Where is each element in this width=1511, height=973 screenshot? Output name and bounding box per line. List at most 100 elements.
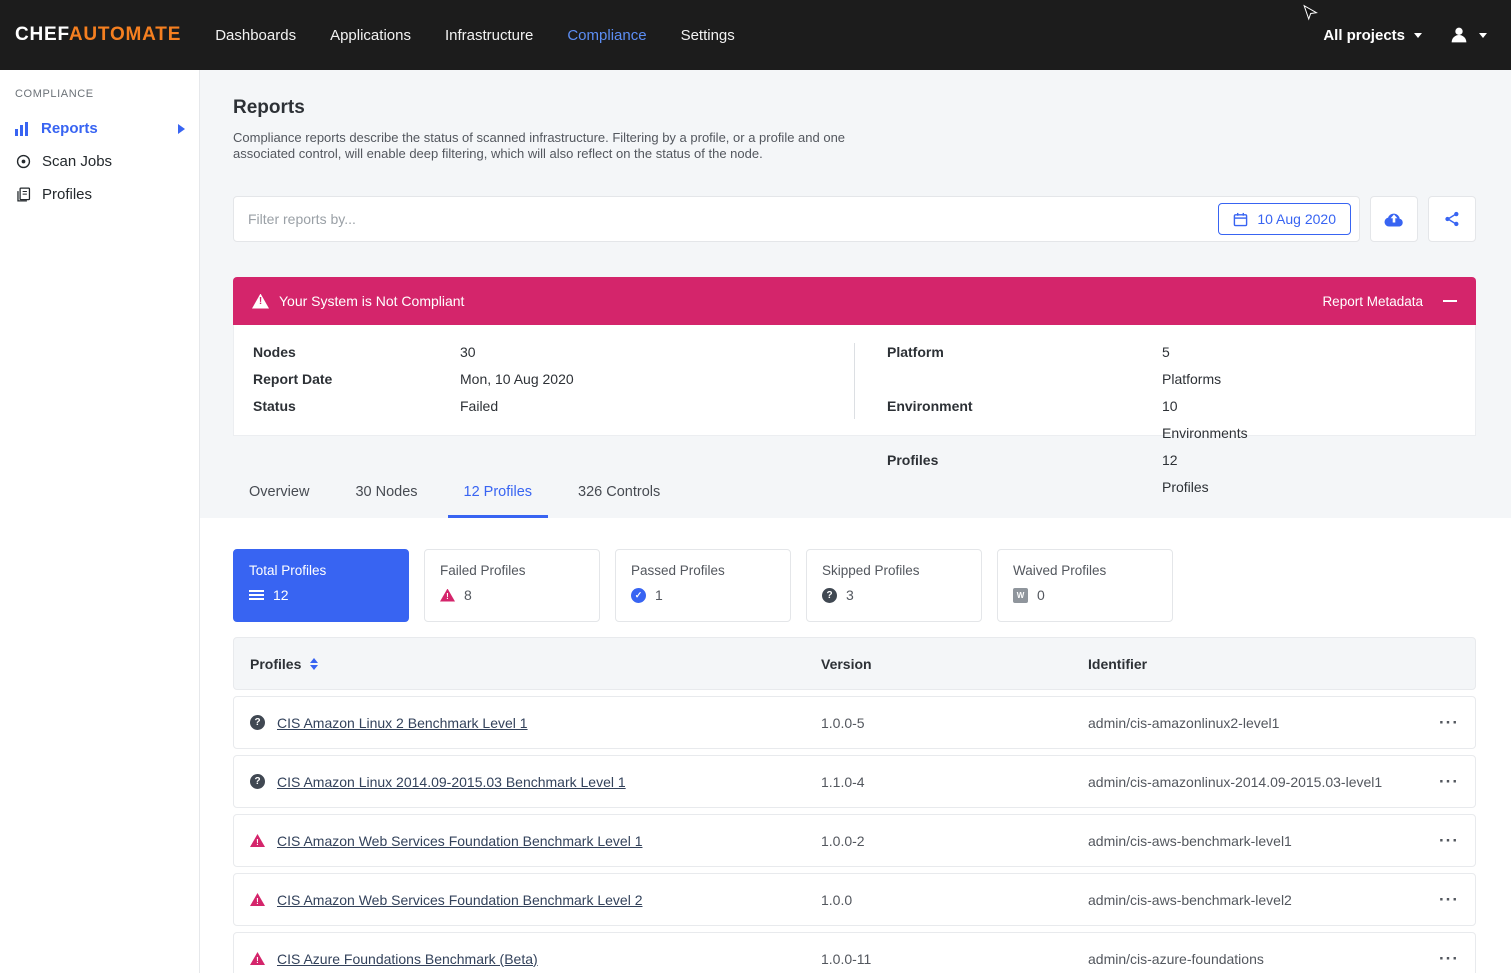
kebab-menu-icon[interactable] — [1419, 777, 1459, 787]
passed-check-icon — [631, 588, 646, 603]
card-label: Skipped Profiles — [822, 563, 966, 578]
card-count: 1 — [655, 587, 663, 603]
nav-item-applications[interactable]: Applications — [330, 27, 411, 44]
status-icon — [250, 834, 265, 847]
card-skipped-profiles[interactable]: Skipped Profiles 3 — [806, 549, 982, 622]
date-picker-label: 10 Aug 2020 — [1257, 211, 1336, 227]
column-header-identifier: Identifier — [1088, 656, 1419, 672]
nav-item-dashboards[interactable]: Dashboards — [215, 27, 296, 44]
bar-chart-icon — [15, 122, 31, 136]
app-root: CHEFAUTOMATE Dashboards Applications Inf… — [0, 0, 1511, 973]
chef-automate-logo[interactable]: CHEFAUTOMATE — [15, 24, 181, 46]
nav-item-settings[interactable]: Settings — [681, 27, 735, 44]
table-row: CIS Amazon Linux 2014.09-2015.03 Benchma… — [233, 755, 1476, 808]
profile-identifier: admin/cis-aws-benchmark-level2 — [1088, 892, 1419, 908]
profiles-section: Total Profiles 12 Failed Profiles 8 Pass… — [200, 518, 1511, 973]
card-total-profiles[interactable]: Total Profiles 12 — [233, 549, 409, 622]
report-metadata-link[interactable]: Report Metadata — [1322, 294, 1423, 309]
kebab-menu-icon[interactable] — [1419, 895, 1459, 905]
status-icon — [250, 952, 265, 965]
status-icon — [250, 715, 265, 730]
metadata-value: 5 Platforms — [1162, 339, 1221, 393]
date-picker-button[interactable]: 10 Aug 2020 — [1218, 203, 1351, 235]
card-label: Failed Profiles — [440, 563, 584, 578]
column-header-version: Version — [821, 656, 1088, 672]
card-count: 0 — [1037, 587, 1045, 603]
nav-item-compliance[interactable]: Compliance — [567, 27, 646, 44]
profile-identifier: admin/cis-azure-foundations — [1088, 951, 1419, 967]
nav-item-infrastructure[interactable]: Infrastructure — [445, 27, 533, 44]
waived-icon — [1013, 588, 1028, 603]
skipped-question-icon — [822, 588, 837, 603]
content-top: Reports Compliance reports describe the … — [200, 97, 1511, 518]
card-label: Passed Profiles — [631, 563, 775, 578]
column-header-profiles: Profiles — [250, 656, 821, 672]
profile-link[interactable]: CIS Amazon Web Services Foundation Bench… — [277, 833, 642, 849]
logo-chef-text: CHEF — [15, 24, 69, 45]
kebab-menu-icon[interactable] — [1419, 836, 1459, 846]
card-count: 12 — [273, 587, 289, 603]
user-menu[interactable] — [1448, 24, 1487, 46]
chevron-down-icon — [1479, 33, 1487, 38]
sidebar-item-label: Profiles — [42, 186, 92, 203]
metadata-value: 10 Environments — [1162, 393, 1248, 447]
profile-identifier: admin/cis-amazonlinux2-level1 — [1088, 715, 1419, 731]
cloud-download-icon — [1382, 210, 1406, 228]
compliance-sidebar: COMPLIANCE Reports Scan Jobs Profiles — [0, 70, 200, 973]
metadata-value: 12 Profiles — [1162, 447, 1209, 501]
table-row: CIS Azure Foundations Benchmark (Beta) 1… — [233, 932, 1476, 973]
card-count: 3 — [846, 587, 854, 603]
warning-icon — [252, 294, 269, 309]
projects-dropdown[interactable]: All projects — [1323, 27, 1422, 44]
sidebar-item-scan-jobs[interactable]: Scan Jobs — [0, 145, 199, 178]
filter-bar: 10 Aug 2020 — [233, 196, 1360, 242]
profile-version: 1.0.0-5 — [821, 715, 1088, 731]
card-count: 8 — [464, 587, 472, 603]
profile-version: 1.0.0-11 — [821, 951, 1088, 967]
logo-automate-text: AUTOMATE — [69, 24, 181, 45]
filter-input[interactable] — [248, 211, 1218, 227]
profile-link[interactable]: CIS Amazon Web Services Foundation Bench… — [277, 892, 642, 908]
calendar-icon — [1233, 212, 1248, 227]
report-metadata-panel: Nodes 30 Report Date Mon, 10 Aug 2020 St… — [233, 325, 1476, 436]
banner-message: Your System is Not Compliant — [279, 293, 464, 309]
sort-icon[interactable] — [310, 658, 318, 670]
profile-link[interactable]: CIS Amazon Linux 2 Benchmark Level 1 — [277, 715, 528, 731]
metadata-right-column: Platform 5 Platforms Environment 10 Envi… — [234, 339, 887, 501]
not-compliant-banner: Your System is Not Compliant Report Meta… — [233, 277, 1476, 325]
sidebar-item-reports[interactable]: Reports — [0, 112, 199, 145]
projects-dropdown-label: All projects — [1323, 27, 1405, 44]
kebab-menu-icon[interactable] — [1419, 954, 1459, 964]
page-description: Compliance reports describe the status o… — [233, 130, 855, 162]
metadata-label: Environment — [887, 393, 1162, 447]
chevron-down-icon — [1414, 33, 1422, 38]
failed-triangle-icon — [440, 589, 455, 602]
share-icon — [1443, 210, 1461, 228]
filter-row: 10 Aug 2020 — [233, 196, 1476, 242]
share-report-button[interactable] — [1428, 196, 1476, 242]
profile-link[interactable]: CIS Amazon Linux 2014.09-2015.03 Benchma… — [277, 774, 626, 790]
minus-icon[interactable] — [1443, 300, 1457, 302]
sidebar-heading: COMPLIANCE — [15, 88, 184, 100]
documents-icon — [15, 186, 32, 203]
status-icon — [250, 774, 265, 789]
kebab-menu-icon[interactable] — [1419, 718, 1459, 728]
metadata-label: Platform — [887, 339, 1162, 393]
card-waived-profiles[interactable]: Waived Profiles 0 — [997, 549, 1173, 622]
page-title: Reports — [233, 97, 1476, 119]
profile-identifier: admin/cis-aws-benchmark-level1 — [1088, 833, 1419, 849]
top-nav-right: All projects — [1323, 24, 1487, 46]
card-label: Total Profiles — [249, 563, 393, 578]
top-nav: CHEFAUTOMATE Dashboards Applications Inf… — [0, 0, 1511, 70]
profile-link[interactable]: CIS Azure Foundations Benchmark (Beta) — [277, 951, 538, 967]
profile-identifier: admin/cis-amazonlinux-2014.09-2015.03-le… — [1088, 774, 1419, 790]
profile-version: 1.1.0-4 — [821, 774, 1088, 790]
profile-version: 1.0.0-2 — [821, 833, 1088, 849]
card-passed-profiles[interactable]: Passed Profiles 1 — [615, 549, 791, 622]
person-icon — [1448, 24, 1470, 46]
download-report-button[interactable] — [1370, 196, 1418, 242]
card-label: Waived Profiles — [1013, 563, 1157, 578]
profiles-table: Profiles Version Identifier CIS Amazon L… — [233, 637, 1476, 973]
sidebar-item-profiles[interactable]: Profiles — [0, 178, 199, 211]
card-failed-profiles[interactable]: Failed Profiles 8 — [424, 549, 600, 622]
